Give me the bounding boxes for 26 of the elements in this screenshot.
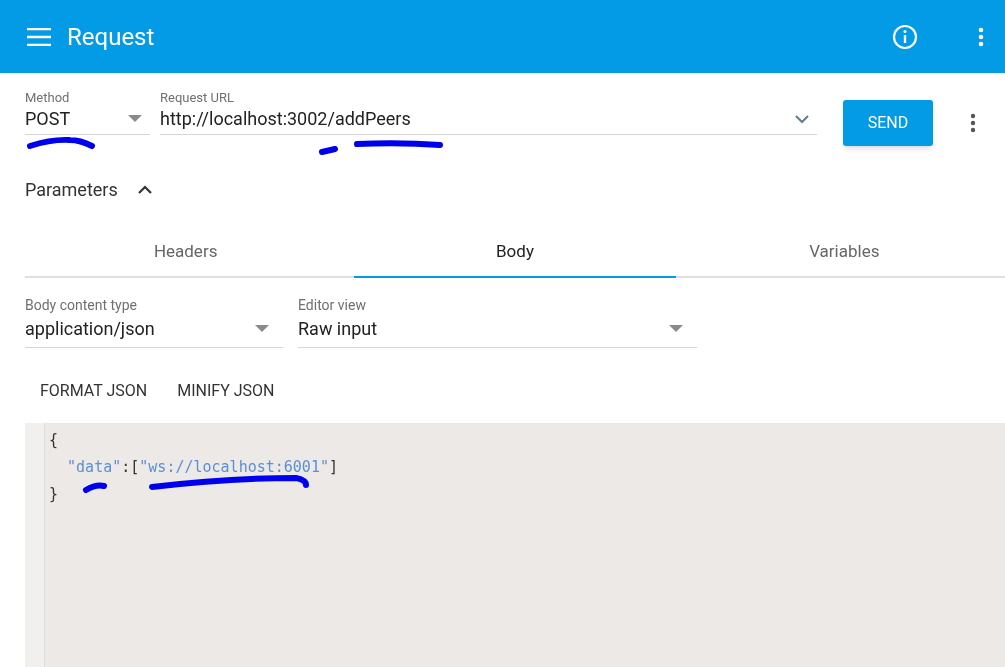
code-line: } bbox=[49, 484, 59, 505]
select-field[interactable]: Editor view Raw input bbox=[298, 296, 697, 348]
text-button[interactable]: MINIFY JSON bbox=[162, 372, 290, 410]
chevron-down-icon[interactable] bbox=[795, 114, 809, 124]
dropdown-arrow-icon bbox=[128, 115, 142, 123]
dropdown-arrow-icon bbox=[669, 325, 683, 333]
parameters-toggle[interactable]: Parameters bbox=[25, 176, 152, 203]
select-field[interactable]: Body content type application/json bbox=[25, 296, 283, 348]
tab[interactable]: Headers bbox=[25, 228, 347, 278]
code-line: "data":["ws://localhost:6001"] bbox=[66, 457, 338, 478]
info-icon[interactable] bbox=[892, 23, 918, 50]
more-options-icon[interactable] bbox=[978, 26, 984, 47]
text-button[interactable]: FORMAT JSON bbox=[25, 372, 163, 410]
code-line: { bbox=[49, 430, 59, 451]
tab[interactable]: Body bbox=[354, 228, 676, 278]
ink-scribble bbox=[83, 482, 107, 493]
url-field[interactable]: Request URL http://localhost:3002/addPeers bbox=[160, 89, 817, 135]
menu-icon[interactable] bbox=[27, 27, 51, 46]
more-options-icon[interactable] bbox=[970, 113, 976, 133]
code-editor[interactable]: { "data":["ws://localhost:6001"] } bbox=[25, 423, 1005, 667]
ink-scribble bbox=[27, 136, 95, 149]
ink-scribble bbox=[319, 146, 338, 155]
tab[interactable]: Variables bbox=[683, 228, 1005, 278]
app-title: Request bbox=[67, 21, 155, 53]
dropdown-arrow-icon bbox=[255, 325, 269, 333]
method-select[interactable]: Method POST bbox=[25, 89, 150, 135]
